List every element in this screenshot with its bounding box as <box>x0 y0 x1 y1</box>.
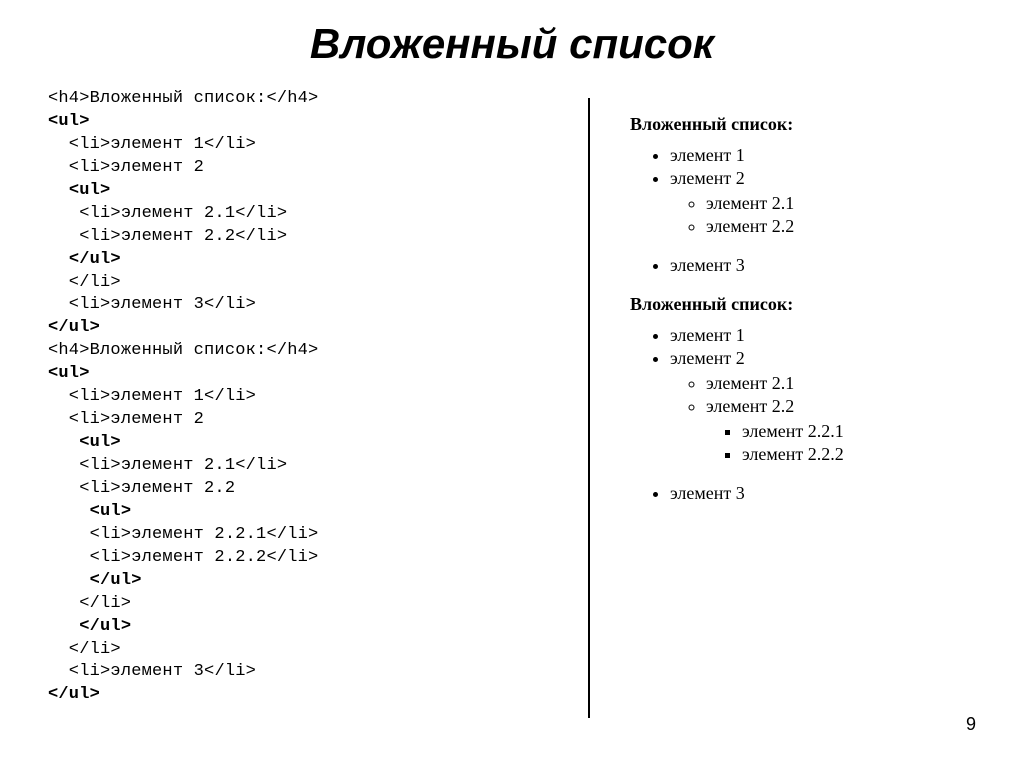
code-li-text: элемент 2.2.2 <box>131 548 266 567</box>
list-item: элемент 2.2.2 <box>742 444 976 465</box>
page-title: Вложенный список <box>0 0 1024 78</box>
render-column: Вложенный список: элемент 1 элемент 2 эл… <box>600 78 976 718</box>
list-item: элемент 2.2.1 <box>742 421 976 442</box>
code-li-text: элемент 2.2.1 <box>131 525 266 544</box>
code-li-text: элемент 1 <box>110 387 204 406</box>
list-item: элемент 3 <box>670 483 976 504</box>
render-list-2: элемент 1 элемент 2 элемент 2.1 элемент … <box>630 325 976 504</box>
render-list-2-sub: элемент 2.1 элемент 2.2 элемент 2.2.1 эл… <box>670 373 976 465</box>
code-li-text: элемент 2 <box>110 410 204 429</box>
list-item: элемент 2.2 элемент 2.2.1 элемент 2.2.2 <box>706 396 976 465</box>
list-item: элемент 2.1 <box>706 373 976 394</box>
list-item-label: элемент 2 <box>670 348 745 368</box>
code-h4-text-2: Вложенный список: <box>90 341 267 360</box>
list-item-label: элемент 2.2 <box>706 396 794 416</box>
page-number: 9 <box>966 714 976 735</box>
list-item: элемент 1 <box>670 325 976 346</box>
code-li-text: элемент 3 <box>110 662 204 681</box>
list-item-label: элемент 2 <box>670 168 745 188</box>
column-divider <box>588 98 590 718</box>
list-item: элемент 2.2 <box>706 216 976 237</box>
code-li-text: элемент 2.2 <box>121 227 235 246</box>
code-li-text: элемент 3 <box>110 295 204 314</box>
render-heading-2: Вложенный список: <box>630 294 976 315</box>
render-list-1: элемент 1 элемент 2 элемент 2.1 элемент … <box>630 145 976 276</box>
code-li-text: элемент 2.1 <box>121 456 235 475</box>
code-column: <h4>Вложенный список:</h4> <ul> <li>элем… <box>48 78 588 718</box>
code-li-text: элемент 2.1 <box>121 204 235 223</box>
list-item: элемент 2.1 <box>706 193 976 214</box>
render-list-1-sub: элемент 2.1 элемент 2.2 <box>670 193 976 237</box>
code-h4-text-1: Вложенный список: <box>90 89 267 108</box>
code-li-text: элемент 2 <box>110 158 204 177</box>
list-item: элемент 2 элемент 2.1 элемент 2.2 элемен… <box>670 348 976 465</box>
code-li-text: элемент 1 <box>110 135 204 154</box>
list-item: элемент 3 <box>670 255 976 276</box>
render-heading-1: Вложенный список: <box>630 114 976 135</box>
list-item: элемент 1 <box>670 145 976 166</box>
slide: Вложенный список <h4>Вложенный список:</… <box>0 0 1024 767</box>
code-li-text: элемент 2.2 <box>121 479 235 498</box>
list-item: элемент 2 элемент 2.1 элемент 2.2 <box>670 168 976 237</box>
render-list-2-subsub: элемент 2.2.1 элемент 2.2.2 <box>706 421 976 465</box>
content-columns: <h4>Вложенный список:</h4> <ul> <li>элем… <box>0 78 1024 718</box>
